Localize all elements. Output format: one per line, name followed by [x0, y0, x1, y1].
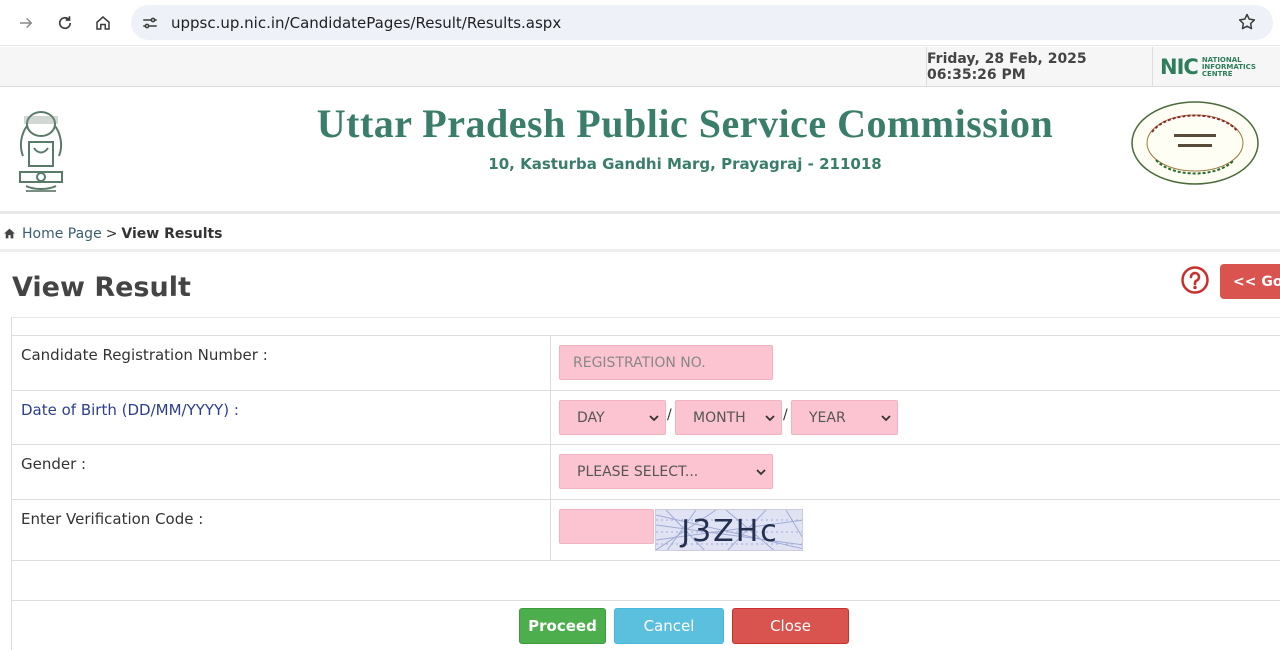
- proceed-button[interactable]: Proceed: [519, 608, 606, 644]
- dob-month-select[interactable]: MONTH: [675, 400, 782, 435]
- registration-row: Candidate Registration Number : REGISTRA…: [12, 336, 1280, 391]
- home-icon: [4, 228, 15, 239]
- result-form: Candidate Registration Number : REGISTRA…: [11, 317, 1280, 650]
- dob-label: Date of Birth (DD/MM/YYYY) :: [21, 401, 239, 419]
- chevron-down-icon: [756, 469, 766, 476]
- chevron-down-icon: [765, 415, 775, 422]
- form-blank-row: [12, 561, 1280, 601]
- page-title: View Result: [12, 272, 191, 303]
- commission-seal-icon: [1131, 101, 1259, 185]
- help-icon[interactable]: [1181, 266, 1209, 294]
- current-datetime: Friday, 28 Feb, 2025 06:35:26 PM: [926, 47, 1153, 87]
- organisation-address: 10, Kasturba Gandhi Marg, Prayagraj - 21…: [488, 155, 882, 173]
- breadcrumb-current: View Results: [121, 225, 223, 242]
- go-back-button[interactable]: << Go Back: [1220, 264, 1280, 299]
- registration-label: Candidate Registration Number :: [21, 346, 268, 364]
- captcha-text: J3ZHc: [681, 513, 779, 549]
- url-text: uppsc.up.nic.in/CandidatePages/Result/Re…: [171, 14, 562, 32]
- dob-separator: /: [667, 407, 672, 423]
- close-button[interactable]: Close: [732, 608, 849, 644]
- browser-toolbar: uppsc.up.nic.in/CandidatePages/Result/Re…: [0, 0, 1280, 46]
- cancel-button[interactable]: Cancel: [614, 608, 724, 644]
- gender-select[interactable]: PLEASE SELECT...: [559, 454, 773, 489]
- gender-label: Gender :: [21, 455, 87, 473]
- bookmark-star-icon[interactable]: [1237, 12, 1257, 32]
- info-strip: Friday, 28 Feb, 2025 06:35:26 PM NIC NAT…: [0, 47, 1280, 87]
- dob-separator: /: [783, 407, 788, 423]
- gender-row: Gender : PLEASE SELECT...: [12, 445, 1280, 500]
- breadcrumb: Home Page > View Results: [0, 218, 1280, 252]
- form-spacer-row: [12, 318, 1280, 336]
- site-settings-icon[interactable]: [141, 14, 159, 32]
- captcha-image: J3ZHc: [655, 509, 803, 551]
- captcha-row: Enter Verification Code : J3ZHc: [12, 500, 1280, 561]
- site-header: Uttar Pradesh Public Service Commission …: [0, 88, 1280, 214]
- captcha-input[interactable]: [559, 509, 654, 544]
- nic-logo[interactable]: NIC NATIONAL INFORMATICS CENTRE: [1160, 55, 1270, 79]
- breadcrumb-home-link[interactable]: Home Page: [22, 226, 102, 242]
- chevron-down-icon: [881, 415, 891, 422]
- home-icon[interactable]: [91, 11, 115, 35]
- address-bar[interactable]: uppsc.up.nic.in/CandidatePages/Result/Re…: [131, 5, 1273, 40]
- dob-year-select[interactable]: YEAR: [791, 400, 898, 435]
- dob-day-select[interactable]: DAY: [559, 400, 666, 435]
- dob-row: Date of Birth (DD/MM/YYYY) : DAY / MONTH…: [12, 391, 1280, 445]
- breadcrumb-separator: >: [105, 225, 118, 242]
- reload-icon[interactable]: [53, 11, 77, 35]
- organisation-title: Uttar Pradesh Public Service Commission: [316, 101, 1054, 146]
- forward-icon[interactable]: [14, 11, 38, 35]
- captcha-label: Enter Verification Code :: [21, 510, 204, 528]
- chevron-down-icon: [649, 415, 659, 422]
- registration-input[interactable]: REGISTRATION NO.: [559, 345, 773, 380]
